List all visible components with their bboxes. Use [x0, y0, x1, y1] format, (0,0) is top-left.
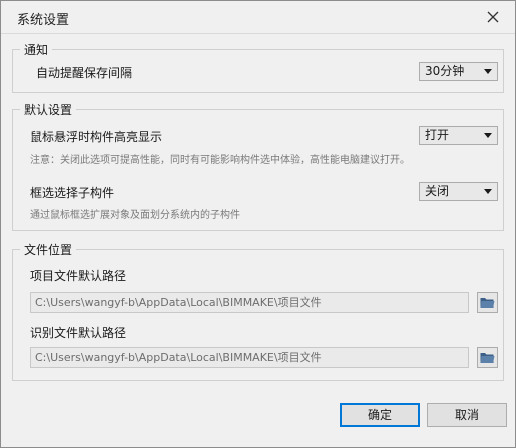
folder-icon: [480, 353, 495, 363]
box-select-subcomponent-value: 关闭: [425, 184, 450, 198]
recognize-path-browse-button[interactable]: [477, 347, 498, 368]
cancel-button[interactable]: 取消: [427, 403, 507, 427]
project-path-browse-button[interactable]: [477, 292, 498, 313]
box-select-subcomponent-label: 框选选择子构件: [30, 186, 115, 200]
autosave-interval-label: 自动提醒保存间隔: [36, 66, 133, 80]
folder-icon: [480, 298, 495, 308]
close-button[interactable]: [483, 7, 503, 27]
hover-highlight-value: 打开: [425, 128, 450, 142]
close-icon: [487, 11, 499, 23]
dialog-title: 系统设置: [17, 13, 70, 28]
project-path-field[interactable]: C:\Users\wangyf-b\AppData\Local\BIMMAKE\…: [30, 292, 469, 313]
settings-dialog: 系统设置 通知 自动提醒保存间隔 30分钟 默认设置 鼠标悬浮时构件高亮显示 打…: [0, 0, 516, 448]
chevron-down-icon: [484, 189, 492, 194]
project-path-label: 项目文件默认路径: [30, 269, 127, 283]
ok-button[interactable]: 确定: [340, 403, 420, 427]
defaults-legend: 默认设置: [24, 103, 73, 117]
chevron-down-icon: [484, 133, 492, 138]
file-location-legend: 文件位置: [24, 243, 73, 257]
autosave-interval-value: 30分钟: [425, 64, 465, 78]
autosave-interval-select[interactable]: 30分钟: [419, 62, 498, 81]
hover-highlight-label: 鼠标悬浮时构件高亮显示: [30, 130, 163, 144]
box-select-subcomponent-select[interactable]: 关闭: [419, 182, 498, 201]
hover-highlight-hint: 注意：关闭此选项可提高性能，同时有可能影响构件选中体验，高性能电脑建议打开。: [30, 155, 410, 166]
box-select-subcomponent-hint: 通过鼠标框选扩展对象及面划分系统内的子构件: [30, 210, 240, 221]
title-bar: 系统设置: [1, 1, 515, 34]
recognize-path-field[interactable]: C:\Users\wangyf-b\AppData\Local\BIMMAKE\…: [30, 347, 469, 368]
chevron-down-icon: [484, 69, 492, 74]
notify-legend: 通知: [24, 43, 49, 57]
recognize-path-label: 识别文件默认路径: [30, 326, 127, 340]
hover-highlight-select[interactable]: 打开: [419, 126, 498, 145]
